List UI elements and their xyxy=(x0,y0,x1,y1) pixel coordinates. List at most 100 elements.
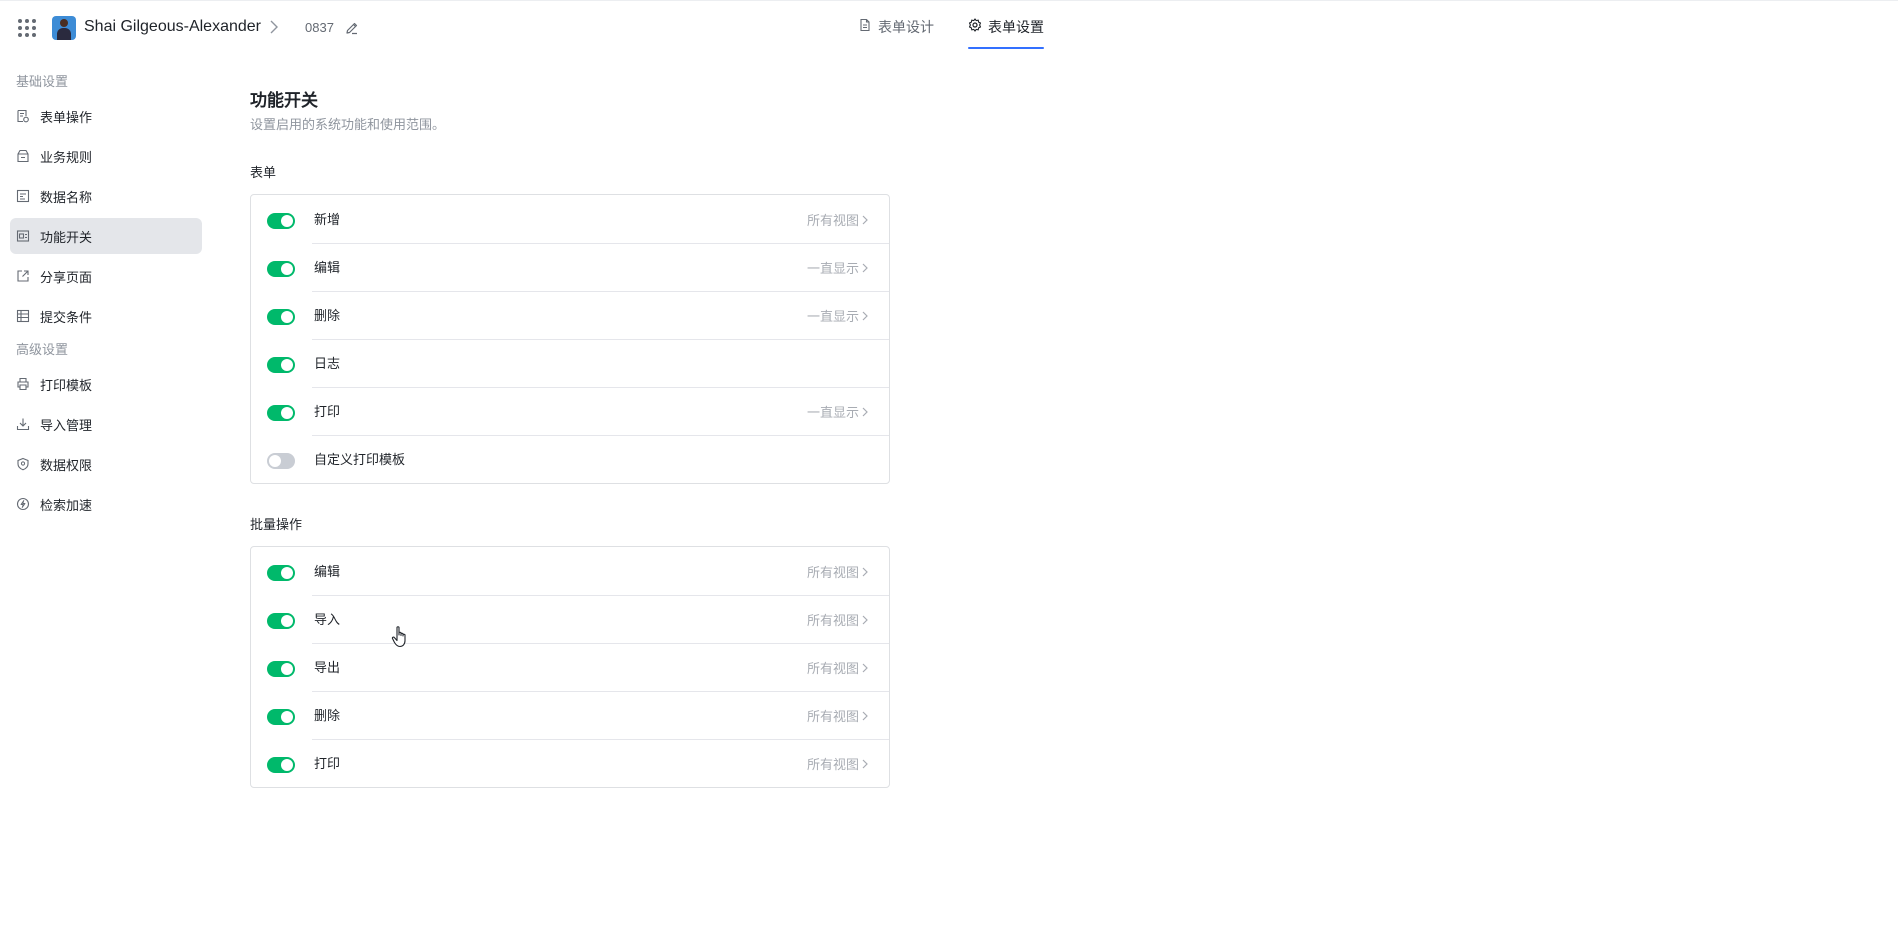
switch-label: 打印 xyxy=(314,756,341,771)
toggle-switch[interactable] xyxy=(267,261,295,277)
switch-row: 删除 所有视图 xyxy=(251,691,889,739)
scope-selector[interactable]: 所有视图 xyxy=(807,706,869,725)
chevron-right-icon xyxy=(862,711,868,720)
sidebar-group-title: 基础设置 xyxy=(16,74,69,89)
switch-icon xyxy=(16,230,30,242)
app-title[interactable]: Shai Gilgeous-Alexander xyxy=(84,18,261,36)
scope-value: 所有视图 xyxy=(806,565,859,580)
settings-sidebar: 基础设置 表单操作 业务规则 数据名称 功能开关 分享页面 提交条件 高级设置 … xyxy=(10,70,202,526)
form-switch-card: 新增 所有视图 编辑 一直显示 删除 一直显示 日志 打印 一直显示 自定义打印… xyxy=(250,194,890,484)
switch-label: 自定义打印模板 xyxy=(314,452,406,467)
toggle-switch[interactable] xyxy=(267,213,295,229)
breadcrumb-chevron-icon xyxy=(270,20,278,34)
toggle-switch[interactable] xyxy=(267,565,295,581)
scope-value: 一直显示 xyxy=(806,405,859,420)
sidebar-item-label: 提交条件 xyxy=(40,309,93,325)
scope-value: 一直显示 xyxy=(806,261,859,276)
toggle-switch[interactable] xyxy=(267,661,295,677)
sidebar-item-label: 功能开关 xyxy=(40,229,93,245)
sidebar-item-form-operations[interactable]: 表单操作 xyxy=(10,98,202,134)
scope-selector[interactable]: 所有视图 xyxy=(807,210,869,229)
batch-switch-card: 编辑 所有视图 导入 所有视图 导出 所有视图 删除 所有视图 打印 所有视图 xyxy=(250,546,890,788)
switch-label: 编辑 xyxy=(314,260,341,275)
scope-value: 一直显示 xyxy=(806,309,859,324)
document-icon xyxy=(860,18,870,32)
sidebar-item-submit-conditions[interactable]: 提交条件 xyxy=(10,298,202,334)
edit-icon[interactable] xyxy=(345,21,359,35)
scope-selector[interactable]: 所有视图 xyxy=(807,754,869,773)
switch-row: 导出 所有视图 xyxy=(251,643,889,691)
toggle-switch[interactable] xyxy=(267,357,295,373)
toggle-switch[interactable] xyxy=(267,309,295,325)
top-bar: Shai Gilgeous-Alexander 0837 表单设计 表单设置 xyxy=(0,0,1898,54)
tab-label: 表单设计 xyxy=(878,19,934,35)
share-icon xyxy=(17,270,29,282)
page-title: 功能开关 xyxy=(250,91,318,110)
rules-icon xyxy=(17,149,29,163)
sidebar-item-label: 导入管理 xyxy=(40,417,93,433)
switch-label: 编辑 xyxy=(314,564,341,579)
switch-row: 打印 所有视图 xyxy=(251,739,889,787)
sidebar-item-label: 表单操作 xyxy=(40,109,93,125)
sidebar-item-print-template[interactable]: 打印模板 xyxy=(10,366,202,402)
sidebar-item-label: 打印模板 xyxy=(40,377,93,393)
sidebar-item-label: 数据权限 xyxy=(40,457,93,473)
toggle-switch[interactable] xyxy=(267,613,295,629)
scope-selector[interactable]: 一直显示 xyxy=(807,306,869,325)
scope-selector[interactable]: 所有视图 xyxy=(807,610,869,629)
submit-condition-icon xyxy=(16,309,30,323)
sidebar-item-data-permissions[interactable]: 数据权限 xyxy=(10,446,202,482)
switch-label: 删除 xyxy=(314,708,341,723)
section-title: 表单 xyxy=(250,165,277,180)
chevron-right-icon xyxy=(862,407,868,416)
sidebar-item-share-page[interactable]: 分享页面 xyxy=(10,258,202,294)
switch-label: 新增 xyxy=(314,212,341,227)
scope-value: 所有视图 xyxy=(806,661,859,676)
gear-icon xyxy=(968,18,982,32)
switch-row: 删除 一直显示 xyxy=(251,291,889,339)
switch-row: 编辑 一直显示 xyxy=(251,243,889,291)
sidebar-item-search-acceleration[interactable]: 检索加速 xyxy=(10,486,202,522)
form-id: 0837 xyxy=(305,20,334,35)
toggle-switch[interactable] xyxy=(267,405,295,421)
switch-row: 自定义打印模板 xyxy=(251,435,889,483)
switch-row: 编辑 所有视图 xyxy=(251,547,889,595)
sidebar-group-title: 高级设置 xyxy=(16,342,69,357)
switch-label: 打印 xyxy=(314,404,341,419)
scope-selector[interactable]: 一直显示 xyxy=(807,258,869,277)
sidebar-item-business-rules[interactable]: 业务规则 xyxy=(10,138,202,174)
lightning-icon xyxy=(16,497,30,511)
chevron-right-icon xyxy=(862,263,868,272)
switch-row: 打印 一直显示 xyxy=(251,387,889,435)
tab-form-design[interactable]: 表单设计 xyxy=(858,17,934,49)
scope-value: 所有视图 xyxy=(806,213,859,228)
sidebar-item-import-management[interactable]: 导入管理 xyxy=(10,406,202,442)
sidebar-item-label: 检索加速 xyxy=(40,497,93,513)
tab-label: 表单设置 xyxy=(988,19,1044,35)
chevron-right-icon xyxy=(862,663,868,672)
sidebar-item-label: 业务规则 xyxy=(40,149,93,165)
tab-form-settings[interactable]: 表单设置 xyxy=(968,17,1044,49)
scope-selector[interactable]: 一直显示 xyxy=(807,402,869,421)
main-content: 功能开关 设置启用的系统功能和使用范围。 表单 新增 所有视图 编辑 一直显示 … xyxy=(250,86,890,788)
toggle-switch[interactable] xyxy=(267,709,295,725)
page-description: 设置启用的系统功能和使用范围。 xyxy=(250,117,446,132)
switch-label: 导出 xyxy=(314,660,341,675)
shield-icon xyxy=(17,457,29,471)
toggle-switch[interactable] xyxy=(267,453,295,469)
printer-icon xyxy=(17,377,29,391)
scope-selector[interactable]: 所有视图 xyxy=(807,658,869,677)
app-avatar xyxy=(52,16,76,40)
apps-grid-icon[interactable] xyxy=(18,19,36,37)
chevron-right-icon xyxy=(862,311,868,320)
switch-label: 删除 xyxy=(314,308,341,323)
scope-selector[interactable]: 所有视图 xyxy=(807,562,869,581)
toggle-switch[interactable] xyxy=(267,757,295,773)
switch-row: 新增 所有视图 xyxy=(251,195,889,243)
chevron-right-icon xyxy=(862,567,868,576)
chevron-right-icon xyxy=(862,215,868,224)
sidebar-item-feature-switch[interactable]: 功能开关 xyxy=(10,218,202,254)
chevron-right-icon xyxy=(862,759,868,768)
sidebar-item-data-name[interactable]: 数据名称 xyxy=(10,178,202,214)
data-name-icon xyxy=(16,189,30,203)
